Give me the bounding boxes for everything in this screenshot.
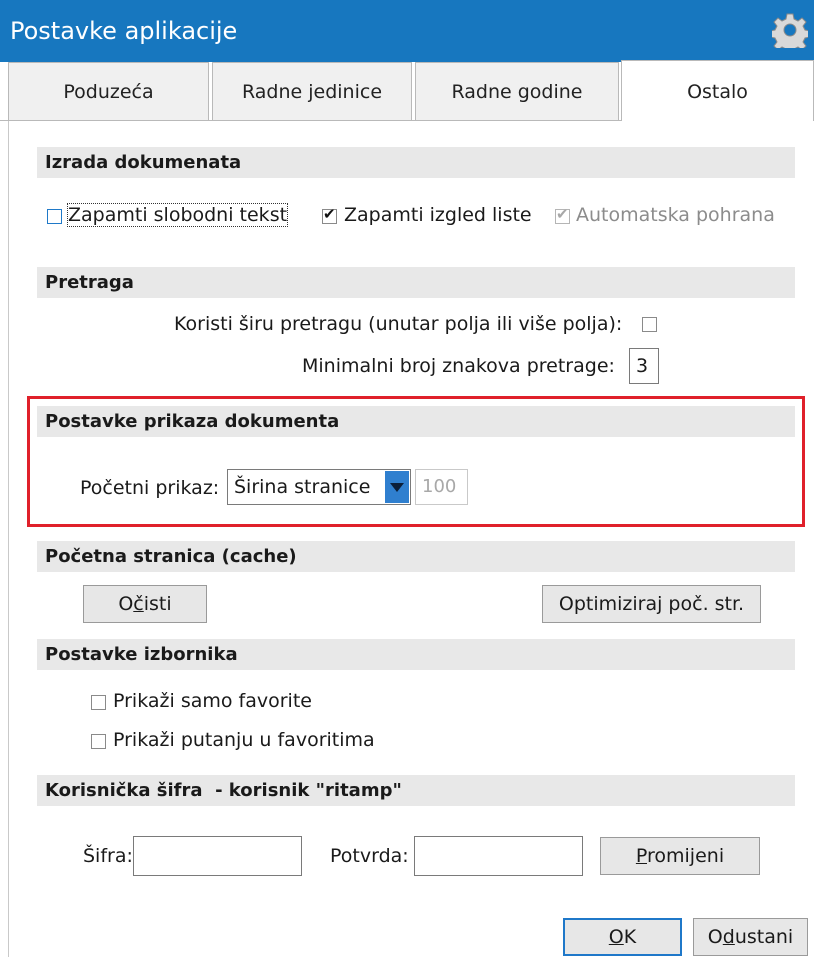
promijeni-button[interactable]: Promijeni <box>600 837 760 875</box>
auto-pohrana-label: Automatska pohrana <box>576 204 775 226</box>
section-postavke-izbornika: Postavke izbornika <box>37 639 795 670</box>
gear-icon[interactable] <box>772 12 808 48</box>
favoriti-checkbox[interactable] <box>91 695 106 710</box>
odustani-button[interactable]: Odustani <box>693 918 808 956</box>
putanja-label[interactable]: Prikaži putanju u favoritima <box>113 729 375 751</box>
auto-pohrana-checkbox <box>555 205 570 224</box>
min-znakova-label: Minimalni broj znakova pretrage: <box>302 355 615 377</box>
title-bar: Postavke aplikacije <box>0 0 814 62</box>
putanja-checkbox[interactable] <box>91 734 106 749</box>
ok-button[interactable]: OK <box>563 918 682 956</box>
min-znakova-input[interactable]: 3 <box>629 348 659 384</box>
tab-poduzeca[interactable]: Poduzeća <box>8 62 209 120</box>
section-postavke-prikaza: Postavke prikaza dokumenta <box>37 406 795 437</box>
sira-pretraga-label: Koristi širu pretragu (unutar polja ili … <box>174 313 623 335</box>
window-title: Postavke aplikacije <box>10 17 238 45</box>
tab-radne-jedinice[interactable]: Radne jedinice <box>212 62 412 120</box>
potvrda-label: Potvrda: <box>330 845 409 867</box>
optimiziraj-button[interactable]: Optimiziraj poč. str. <box>542 585 761 623</box>
favoriti-label[interactable]: Prikaži samo favorite <box>113 690 312 712</box>
pocetni-prikaz-value: Širina stranice <box>234 476 371 498</box>
sifra-label: Šifra: <box>83 845 133 867</box>
section-pretraga: Pretraga <box>37 267 795 298</box>
section-korisnicka-sifra: Korisnička šifra - korisnik "ritamp" <box>37 775 795 806</box>
potvrda-input[interactable] <box>414 836 583 876</box>
pocetni-prikaz-select[interactable]: Širina stranice <box>227 469 411 505</box>
tab-bar: Poduzeća Radne jedinice Radne godine Ost… <box>0 60 814 121</box>
pocetni-prikaz-label: Početni prikaz: <box>80 477 220 499</box>
izgled-liste-label[interactable]: Zapamti izgled liste <box>344 204 532 226</box>
settings-window: Postavke aplikacije Poduzeća Radne jedin… <box>0 0 814 957</box>
slobodni-tekst-checkbox[interactable] <box>47 209 62 224</box>
panel-border-left <box>8 121 9 957</box>
tab-radne-godine[interactable]: Radne godine <box>415 62 619 120</box>
sira-pretraga-checkbox[interactable] <box>642 317 657 332</box>
section-izrada-dokumenata: Izrada dokumenata <box>37 147 795 178</box>
ocisti-button[interactable]: Očisti <box>83 585 207 623</box>
chevron-down-icon[interactable] <box>385 471 409 503</box>
sifra-input[interactable] <box>133 836 302 876</box>
slobodni-tekst-label[interactable]: Zapamti slobodni tekst <box>66 203 289 227</box>
izgled-liste-checkbox[interactable] <box>322 205 337 224</box>
section-pocetna-stranica: Početna stranica (cache) <box>37 541 795 572</box>
zoom-input: 100 <box>415 469 468 505</box>
tab-ostalo[interactable]: Ostalo <box>621 60 814 121</box>
tab-divider <box>0 120 622 121</box>
